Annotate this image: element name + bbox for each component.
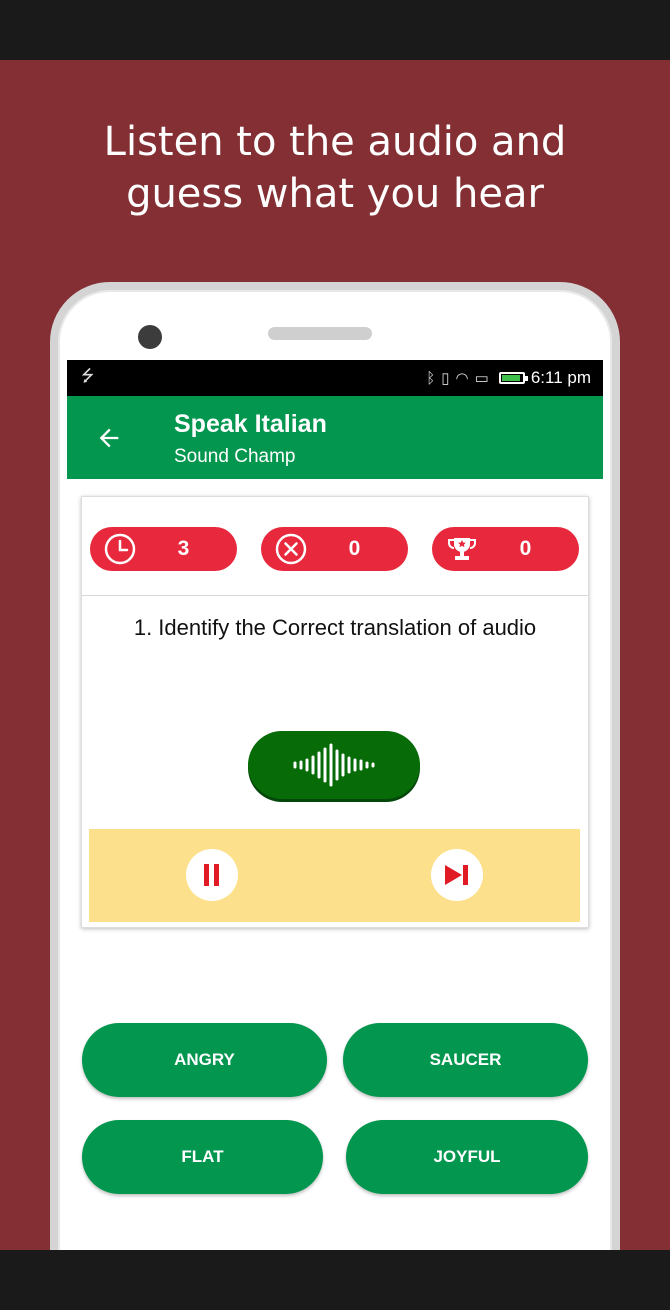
promo-headline: Listen to the audio and guess what you h… (103, 119, 567, 217)
battery-icon (498, 372, 528, 384)
promo-background: Listen to the audio and guess what you h… (0, 60, 670, 1250)
score-value: 0 (519, 537, 532, 560)
phone-screen: ⭍ ᛒ ▯ ◠ ▭ 6:11 pm Speak Italian Sound Ch… (67, 360, 603, 1250)
pause-button[interactable] (186, 849, 238, 901)
camera-icon (138, 325, 162, 349)
quiz-card: 3 0 0 1. Identify the Correct translatio… (81, 496, 589, 928)
timer-value: 3 (177, 537, 190, 560)
stats-row: 3 0 0 (90, 527, 580, 571)
wifi-icon: ◠ (455, 370, 469, 387)
speaker-grille (268, 327, 372, 340)
pause-icon (204, 864, 219, 886)
answer-button-flat[interactable]: FLAT (82, 1120, 323, 1194)
status-time: 6:11 pm (530, 368, 591, 387)
sim-icon: ▭ (474, 370, 489, 387)
vibrate-icon: ▯ (441, 370, 450, 387)
divider (82, 595, 588, 596)
app-bar: Speak Italian Sound Champ (67, 396, 603, 479)
phone-frame: ⭍ ᛒ ▯ ◠ ▭ 6:11 pm Speak Italian Sound Ch… (50, 282, 620, 1250)
timer-pill: 3 (90, 527, 237, 571)
status-bar: ⭍ ᛒ ▯ ◠ ▭ 6:11 pm (67, 360, 603, 396)
wrong-value: 0 (348, 537, 361, 560)
usb-icon: ⭍ (81, 367, 95, 385)
clock-icon (104, 533, 136, 565)
sound-wave-icon (293, 743, 375, 787)
wrong-pill: 0 (261, 527, 408, 571)
x-circle-icon (275, 533, 307, 565)
answer-button-saucer[interactable]: SAUCER (343, 1023, 588, 1097)
score-pill: 0 (432, 527, 579, 571)
audio-controls (89, 829, 580, 922)
answer-button-angry[interactable]: ANGRY (82, 1023, 327, 1097)
app-title: Speak Italian (174, 410, 327, 438)
app-subtitle: Sound Champ (174, 446, 296, 467)
status-icons: ᛒ ▯ ◠ ▭ 6:11 pm (426, 368, 591, 388)
skip-next-button[interactable] (431, 849, 483, 901)
bluetooth-icon: ᛒ (426, 369, 436, 387)
play-audio-button[interactable] (248, 731, 420, 799)
question-text: 1. Identify the Correct translation of a… (133, 615, 537, 640)
trophy-icon (448, 538, 476, 560)
skip-next-icon (445, 865, 468, 885)
answer-button-joyful[interactable]: JOYFUL (346, 1120, 588, 1194)
back-arrow-icon[interactable] (93, 422, 125, 454)
